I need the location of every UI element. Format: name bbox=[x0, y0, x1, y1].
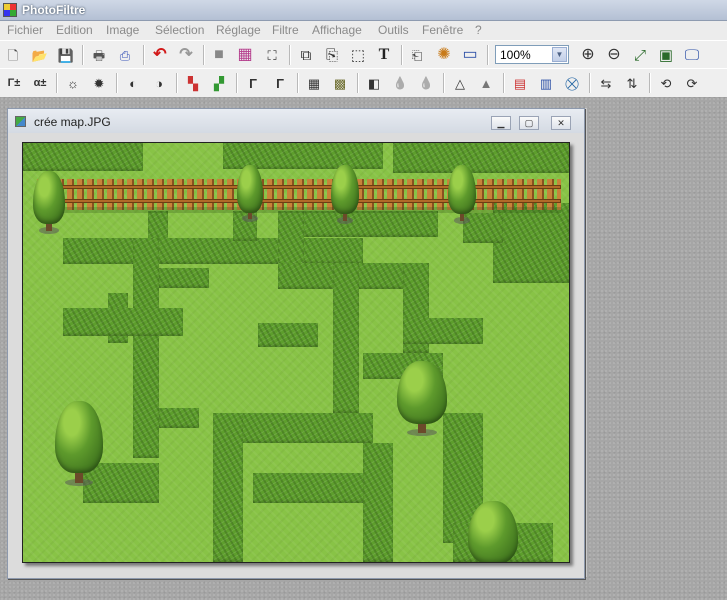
menu-selection[interactable]: Sélection bbox=[155, 23, 204, 37]
drop-sharpen-icon[interactable]: 💧 bbox=[416, 73, 436, 93]
grid-icon[interactable]: ▦ bbox=[304, 73, 324, 93]
redo-icon[interactable]: ↷ bbox=[176, 45, 196, 65]
menu-bar: Fichier Edition Image Sélection Réglage … bbox=[0, 21, 727, 40]
open-folder-icon[interactable]: 📂 bbox=[30, 45, 50, 65]
fence-rail bbox=[37, 185, 561, 189]
app-title: PhotoFiltre bbox=[22, 3, 86, 17]
transform-icon[interactable]: ⛒ bbox=[562, 73, 582, 93]
menu-fenetre[interactable]: Fenêtre bbox=[422, 23, 463, 37]
menu-outils[interactable]: Outils bbox=[378, 23, 409, 37]
fence-rail bbox=[37, 199, 561, 203]
zoom-in-icon[interactable]: ⊕ bbox=[578, 45, 598, 65]
hedge bbox=[403, 318, 483, 344]
app-title-bar: PhotoFiltre bbox=[0, 0, 727, 21]
window-icon[interactable]: ▭ bbox=[460, 45, 480, 65]
menu-help[interactable]: ? bbox=[475, 23, 482, 37]
hedge bbox=[493, 203, 569, 283]
brightness-up-icon[interactable]: ✹ bbox=[89, 73, 109, 93]
fence-shadow bbox=[37, 207, 561, 213]
chevron-down-icon[interactable]: ▼ bbox=[552, 47, 567, 62]
hedge bbox=[213, 413, 243, 562]
menu-fichier[interactable]: Fichier bbox=[7, 23, 43, 37]
triangle-icon[interactable]: △ bbox=[450, 73, 470, 93]
fit-image-icon[interactable]: ⤢ bbox=[630, 45, 650, 65]
document-title-bar[interactable]: crée map.JPG ▁ ▢ ✕ bbox=[8, 109, 584, 133]
menu-affichage[interactable]: Affichage bbox=[312, 23, 362, 37]
scan-icon[interactable]: ⎙ bbox=[115, 45, 135, 65]
select-crop-icon[interactable]: ⬚ bbox=[348, 45, 368, 65]
tree bbox=[448, 165, 476, 224]
save-icon[interactable]: 💾 bbox=[56, 45, 76, 65]
adjust-toolbar: Γ± α± ☼ ✹ ◐ ◑ ▚ ▞ Γ Γ ▦ ▩ ◧ 💧 💧 △ ▲ ▤ ▥ … bbox=[0, 68, 727, 98]
hedge bbox=[278, 211, 304, 271]
wooden-fence bbox=[37, 179, 561, 210]
gamma-up-icon[interactable]: Γ bbox=[270, 73, 290, 93]
hedge bbox=[63, 238, 363, 264]
fullscreen-icon[interactable]: 🖵 bbox=[682, 45, 702, 65]
gradient-icon[interactable]: ▥ bbox=[536, 73, 556, 93]
close-button[interactable]: ✕ bbox=[551, 116, 571, 130]
zoom-select[interactable]: 100% ▼ bbox=[495, 45, 569, 64]
hedge bbox=[333, 263, 359, 413]
color-palette-icon[interactable]: ▦ bbox=[235, 45, 255, 65]
filter-star-icon[interactable]: ✺ bbox=[434, 45, 454, 65]
document-title: crée map.JPG bbox=[34, 115, 111, 129]
hedge bbox=[23, 143, 143, 171]
drop-blur-icon[interactable]: 💧 bbox=[390, 73, 410, 93]
rotate-right-icon[interactable]: ⟳ bbox=[682, 73, 702, 93]
tree bbox=[331, 165, 359, 224]
layers-icon[interactable]: ⎗ bbox=[407, 45, 427, 65]
zoom-value: 100% bbox=[500, 48, 531, 62]
hedge bbox=[393, 143, 569, 173]
document-window[interactable]: crée map.JPG ▁ ▢ ✕ bbox=[7, 108, 585, 579]
gray-square-icon[interactable]: ■ bbox=[209, 45, 229, 65]
flip-horizontal-icon[interactable]: ⇆ bbox=[596, 73, 616, 93]
hedge bbox=[63, 308, 183, 336]
saturation-up-icon[interactable]: ▞ bbox=[209, 73, 229, 93]
menu-filtre[interactable]: Filtre bbox=[272, 23, 299, 37]
rotate-left-icon[interactable]: ⟲ bbox=[656, 73, 676, 93]
minimize-button[interactable]: ▁ bbox=[491, 116, 511, 130]
main-toolbar: 🗋 📂 💾 🖶 ⎙ ↶ ↷ ■ ▦ ⛶ ⧉ ⎘ ⬚ T ⎗ ✺ ▭ 100% ▼… bbox=[0, 40, 727, 70]
new-file-icon[interactable]: 🗋 bbox=[3, 45, 23, 65]
hedge bbox=[258, 323, 318, 347]
maximize-button[interactable]: ▢ bbox=[519, 116, 539, 130]
tree bbox=[468, 501, 518, 562]
tree bbox=[237, 165, 263, 222]
menu-edition[interactable]: Edition bbox=[56, 23, 93, 37]
menu-reglage[interactable]: Réglage bbox=[216, 23, 261, 37]
flip-vertical-icon[interactable]: ⇅ bbox=[622, 73, 642, 93]
emboss-icon[interactable]: ◧ bbox=[364, 73, 384, 93]
actual-size-icon[interactable]: ▣ bbox=[656, 45, 676, 65]
tree bbox=[397, 361, 447, 436]
tree bbox=[33, 171, 65, 234]
hedge bbox=[363, 443, 393, 562]
copy-image-icon[interactable]: ⧉ bbox=[296, 45, 316, 65]
pattern-icon[interactable]: ▩ bbox=[330, 73, 350, 93]
image-canvas[interactable] bbox=[22, 142, 570, 563]
rgb-icon[interactable]: ▤ bbox=[510, 73, 530, 93]
contrast-up-icon[interactable]: ◑ bbox=[149, 73, 169, 93]
stamp-icon[interactable]: ⛶ bbox=[262, 45, 282, 65]
print-icon[interactable]: 🖶 bbox=[89, 45, 109, 65]
auto-contrast-icon[interactable]: α± bbox=[30, 73, 50, 93]
zoom-out-icon[interactable]: ⊖ bbox=[604, 45, 624, 65]
contrast-down-icon[interactable]: ◐ bbox=[123, 73, 143, 93]
image-file-icon bbox=[15, 116, 26, 127]
menu-image[interactable]: Image bbox=[106, 23, 139, 37]
triangle-plus-icon[interactable]: ▲ bbox=[476, 73, 496, 93]
hedge bbox=[159, 408, 199, 428]
gamma-down-icon[interactable]: Γ bbox=[243, 73, 263, 93]
paste-image-icon[interactable]: ⎘ bbox=[322, 45, 342, 65]
tree bbox=[55, 401, 103, 486]
hedge bbox=[159, 268, 209, 288]
brightness-down-icon[interactable]: ☼ bbox=[63, 73, 83, 93]
hedge bbox=[133, 238, 159, 458]
photofiltre-logo-icon bbox=[3, 3, 17, 17]
auto-levels-icon[interactable]: Γ± bbox=[4, 73, 24, 93]
text-icon[interactable]: T bbox=[374, 45, 394, 65]
undo-icon[interactable]: ↶ bbox=[150, 45, 170, 65]
saturation-down-icon[interactable]: ▚ bbox=[183, 73, 203, 93]
